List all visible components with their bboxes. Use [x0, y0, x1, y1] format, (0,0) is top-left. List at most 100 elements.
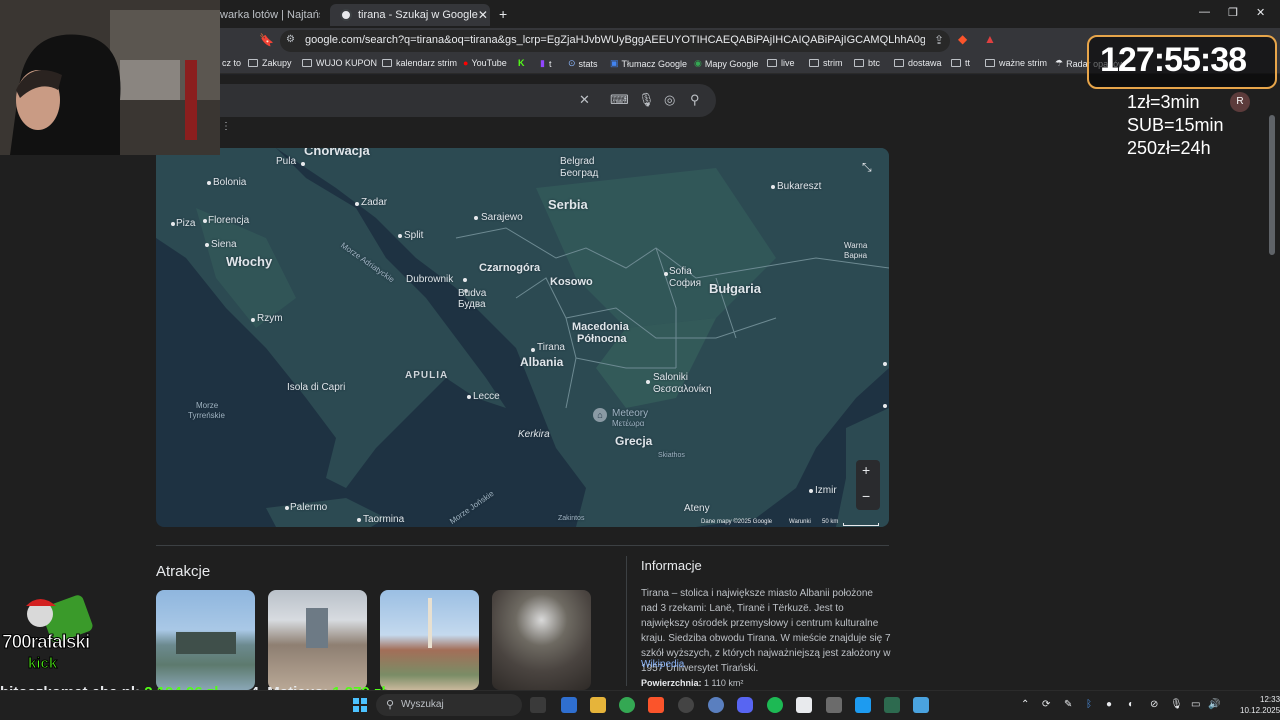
map-label: Piza	[176, 218, 196, 229]
chrome-icon[interactable]	[619, 697, 635, 713]
webcam-overlay	[0, 0, 220, 155]
map-label: Bolonia	[213, 177, 247, 188]
bookmark-item[interactable]: strim	[809, 58, 843, 68]
pen-icon[interactable]: ✎	[1064, 699, 1072, 710]
task-view-icon[interactable]	[530, 697, 546, 713]
volume-icon[interactable]: 🔊	[1208, 699, 1220, 710]
landmark-icon[interactable]: ⌂	[593, 408, 607, 422]
bookmark-item[interactable]: Zakupy	[248, 58, 292, 68]
attraction-card[interactable]	[380, 590, 479, 690]
city-marker	[463, 278, 467, 282]
brave-shield-icon[interactable]: ◆	[958, 32, 967, 46]
map-label: Pula	[276, 156, 297, 167]
chevron-up-icon[interactable]: ⌃	[1021, 699, 1029, 710]
bookmark-item[interactable]: ▮ t	[540, 58, 551, 69]
minimize-icon[interactable]: —	[1199, 6, 1210, 18]
folder-icon	[894, 59, 904, 67]
profile-avatar[interactable]: R	[1230, 92, 1250, 112]
bookmark-item[interactable]: cz to	[222, 58, 241, 68]
attraction-image	[306, 608, 328, 648]
map-label: Serbia	[548, 197, 588, 212]
close-window-icon[interactable]: ✕	[1256, 6, 1265, 19]
microphone-icon[interactable]: 🎙	[638, 92, 655, 108]
radar-icon: ☂	[1055, 58, 1064, 68]
city-marker	[205, 243, 209, 247]
spotify-icon[interactable]	[767, 697, 783, 713]
logo-name: 700rafalski	[1, 632, 90, 654]
city-marker	[646, 380, 650, 384]
attraction-card[interactable]	[156, 590, 255, 690]
app-icon[interactable]	[884, 697, 900, 713]
discord-icon[interactable]	[737, 697, 753, 713]
map-label: Północna	[577, 333, 627, 345]
bluetooth-icon[interactable]: ᛒ	[1086, 699, 1092, 710]
map-label: Μετέωρα	[612, 419, 645, 428]
clear-search-icon[interactable]: ✕	[579, 92, 590, 108]
url-text[interactable]: google.com/search?q=tirana&oq=tirana&gs_…	[305, 34, 925, 46]
bookmark-item[interactable]: ▣ Tłumacz Google	[610, 58, 687, 69]
network-icon[interactable]: ▭	[1191, 699, 1200, 710]
app-icon[interactable]	[855, 697, 871, 713]
zoom-in-button[interactable]: +	[862, 462, 870, 478]
taskbar-search[interactable]: ⚲ Wyszukaj	[376, 694, 522, 716]
brave-icon[interactable]	[648, 697, 664, 713]
column-divider	[626, 556, 627, 686]
bookmark-item[interactable]: tt	[951, 58, 970, 68]
map-label: Belgrad	[560, 156, 595, 167]
tray-icon[interactable]: ◐	[1128, 699, 1134, 710]
collapse-map-icon[interactable]: ⤡	[862, 160, 872, 175]
bookmark-item[interactable]: K	[518, 58, 525, 68]
new-tab-button[interactable]: +	[499, 6, 507, 22]
bookmark-item[interactable]: ważne strim	[985, 58, 1047, 68]
windows-start-icon[interactable]	[352, 697, 368, 713]
attraction-card[interactable]	[268, 590, 367, 690]
map-terms-link[interactable]: Warunki	[789, 519, 811, 525]
bookmark-item[interactable]: dostawa	[894, 58, 942, 68]
taskbar-clock[interactable]: 12:33 10.12.2025	[1240, 694, 1280, 716]
bookmark-item[interactable]: WUJO KUPON	[302, 58, 377, 68]
attraction-card[interactable]	[492, 590, 591, 690]
calculator-icon[interactable]	[826, 697, 842, 713]
keyboard-icon[interactable]: ⌨	[610, 92, 629, 108]
obs-icon[interactable]	[678, 697, 694, 713]
tray-icon[interactable]: ●	[1106, 699, 1112, 710]
bookmark-item[interactable]: ⊙ stats	[568, 58, 598, 69]
zoom-out-button[interactable]: −	[862, 488, 870, 504]
wikipedia-link[interactable]: Wikipedia	[641, 659, 684, 670]
map-label: Sofia	[669, 266, 692, 277]
map-land-shapes	[156, 148, 889, 527]
tab-google-search[interactable]: tirana - Szukaj w Google ✕	[330, 4, 490, 26]
search-icon[interactable]: ⚲	[690, 92, 700, 108]
tirana-marker[interactable]	[531, 348, 535, 352]
bookmark-item[interactable]: live	[767, 58, 795, 68]
bookmark-item[interactable]: kalendarz strim	[382, 58, 457, 68]
bookmark-item[interactable]: btc	[854, 58, 880, 68]
notepad-icon[interactable]	[913, 697, 929, 713]
app-icon[interactable]	[708, 697, 724, 713]
tab-flights[interactable]: warka lotów | Najtańsze ofert	[220, 4, 320, 26]
twitch-icon: ▮	[540, 58, 545, 68]
map-view[interactable]: Chorwacja Pula Bolonia Zadar Piza Floren…	[156, 148, 889, 527]
file-explorer-icon[interactable]	[590, 697, 606, 713]
scrollbar-thumb[interactable]	[1269, 115, 1275, 255]
folder-icon	[767, 59, 777, 67]
more-options-icon[interactable]: ⋮	[221, 121, 231, 132]
app-icon[interactable]	[796, 697, 812, 713]
close-tab-icon[interactable]: ✕	[478, 8, 488, 22]
city-marker	[467, 395, 471, 399]
bookmark-item[interactable]: ● YouTube	[463, 58, 507, 68]
microphone-icon[interactable]: 🎙	[1170, 699, 1183, 710]
rewards-icon[interactable]: ▲	[984, 32, 996, 46]
bookmark-star-icon[interactable]: 🔖	[259, 33, 274, 47]
info-title: Informacje	[641, 558, 702, 573]
lens-icon[interactable]: ◎	[664, 92, 675, 108]
widgets-icon[interactable]	[561, 697, 577, 713]
tray-icon[interactable]: ⊘	[1150, 699, 1158, 710]
tray-icon[interactable]: ⟳	[1042, 699, 1050, 710]
restore-icon[interactable]: ❐	[1228, 6, 1238, 19]
site-info-icon[interactable]: ⚙	[286, 34, 295, 45]
share-icon[interactable]: ⇪	[934, 33, 944, 47]
city-marker	[398, 234, 402, 238]
bookmark-item[interactable]: ◉ Mapy Google	[694, 58, 758, 69]
map-label: Варна	[844, 251, 868, 260]
